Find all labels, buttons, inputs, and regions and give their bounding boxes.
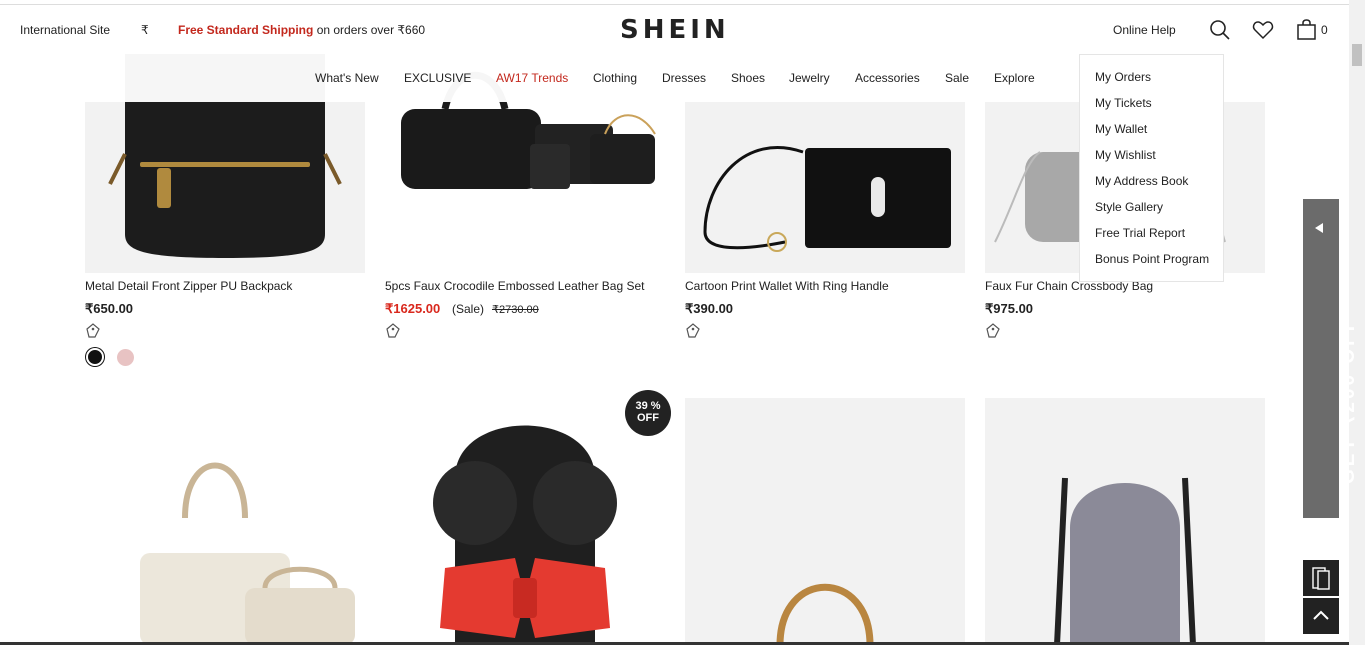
menu-my-tickets[interactable]: My Tickets — [1095, 96, 1152, 110]
product-image-bamboo-bag[interactable] — [685, 398, 965, 645]
discount-badge: 39 % OFF — [625, 390, 671, 436]
nav-accessories[interactable]: Accessories — [855, 71, 920, 85]
currency-selector[interactable]: ₹ — [141, 23, 149, 37]
menu-my-wishlist[interactable]: My Wishlist — [1095, 148, 1156, 162]
mobile-icon — [1312, 567, 1330, 590]
shipping-highlight: Free Standard Shipping — [178, 23, 314, 37]
promo-banner[interactable]: GET ₹200 OFF — [1303, 199, 1359, 518]
back-to-top-button[interactable] — [1303, 598, 1339, 634]
nav-whats-new[interactable]: What's New — [315, 71, 379, 85]
bow-backpack-illustration — [433, 425, 617, 645]
color-swatch-pink[interactable] — [117, 349, 134, 366]
color-swatch-black[interactable] — [86, 348, 104, 366]
product-image-bow-backpack[interactable] — [385, 398, 665, 645]
tag-icon — [86, 323, 100, 338]
bamboo-bag-illustration — [776, 583, 874, 645]
nav-clothing[interactable]: Clothing — [593, 71, 637, 85]
nav-explore[interactable]: Explore — [994, 71, 1035, 85]
tag-icon — [386, 323, 400, 338]
product-image-velvet-backpack[interactable] — [985, 398, 1265, 645]
product-image-wallet[interactable] — [685, 102, 965, 273]
search-icon[interactable] — [1209, 19, 1231, 41]
menu-my-orders[interactable]: My Orders — [1095, 70, 1151, 84]
cart-icon[interactable] — [1296, 19, 1318, 41]
white-bag-set-illustration — [140, 462, 355, 645]
account-dropdown: My Orders My Tickets My Wallet My Wishli… — [1079, 54, 1224, 282]
menu-my-address-book[interactable]: My Address Book — [1095, 174, 1188, 188]
nav-exclusive[interactable]: EXCLUSIVE — [404, 71, 471, 85]
shein-logo[interactable]: SHEIN — [620, 15, 730, 45]
heart-icon[interactable] — [1252, 19, 1274, 41]
product-price: ₹650.00 — [85, 301, 134, 316]
product-name[interactable]: 5pcs Faux Crocodile Embossed Leather Bag… — [385, 279, 644, 293]
menu-style-gallery[interactable]: Style Gallery — [1095, 200, 1163, 214]
wallet-illustration — [703, 146, 951, 252]
product-price: ₹975.00 — [985, 301, 1034, 316]
promo-text: GET ₹200 OFF — [1338, 316, 1359, 484]
discount-off-label: OFF — [637, 412, 659, 424]
nav-aw17-trends[interactable]: AW17 Trends — [496, 71, 568, 85]
nav-shoes[interactable]: Shoes — [731, 71, 765, 85]
product-sale-price: ₹1625.00 — [385, 301, 441, 316]
chevron-up-icon — [1313, 610, 1329, 620]
international-site-link[interactable]: International Site — [20, 23, 110, 37]
sale-label: (Sale) — [452, 302, 485, 316]
shipping-notice: Free Standard Shipping on orders over ₹6… — [178, 23, 425, 37]
scrollbar-thumb[interactable] — [1352, 44, 1362, 66]
nav-jewelry[interactable]: Jewelry — [789, 71, 830, 85]
product-image-bag-set-white[interactable] — [85, 398, 365, 645]
product-name[interactable]: Metal Detail Front Zipper PU Backpack — [85, 279, 292, 293]
menu-bonus-point-program[interactable]: Bonus Point Program — [1095, 252, 1209, 266]
nav-sale[interactable]: Sale — [945, 71, 969, 85]
menu-my-wallet[interactable]: My Wallet — [1095, 122, 1147, 136]
mobile-app-button[interactable] — [1303, 560, 1339, 596]
discount-percent: 39 % — [635, 400, 661, 412]
velvet-backpack-illustration — [1054, 477, 1196, 645]
shipping-text: on orders over ₹660 — [313, 23, 426, 37]
online-help-link[interactable]: Online Help — [1113, 23, 1176, 37]
tag-icon — [986, 323, 1000, 338]
top-bar: International Site ₹ Free Standard Shipp… — [0, 4, 1349, 54]
tag-icon — [686, 323, 700, 338]
cart-count: 0 — [1321, 23, 1328, 37]
menu-free-trial-report[interactable]: Free Trial Report — [1095, 226, 1185, 240]
product-name[interactable]: Cartoon Print Wallet With Ring Handle — [685, 279, 889, 293]
original-price: ₹2730.00 — [492, 304, 539, 316]
product-price: ₹390.00 — [685, 301, 734, 316]
nav-dresses[interactable]: Dresses — [662, 71, 706, 85]
triangle-left-icon[interactable] — [1315, 223, 1323, 233]
